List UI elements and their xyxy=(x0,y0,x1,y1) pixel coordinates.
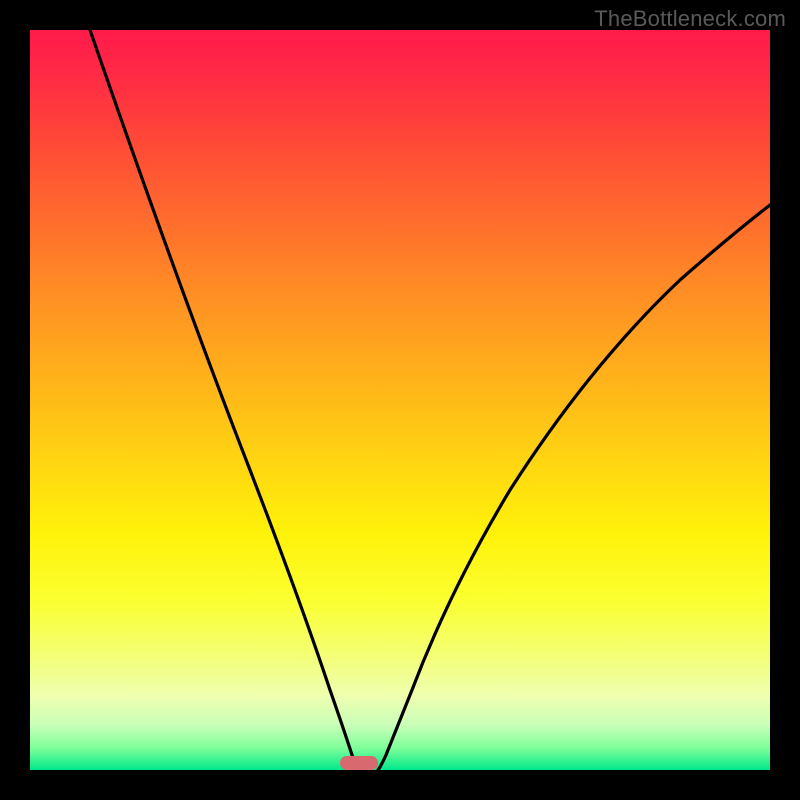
optimal-marker xyxy=(340,756,378,770)
bottleneck-curve-right xyxy=(378,205,770,770)
bottleneck-curve-left xyxy=(90,30,360,770)
plot-area xyxy=(30,30,770,770)
watermark-text: TheBottleneck.com xyxy=(594,6,786,32)
chart-container: TheBottleneck.com xyxy=(0,0,800,800)
curve-overlay xyxy=(30,30,770,770)
